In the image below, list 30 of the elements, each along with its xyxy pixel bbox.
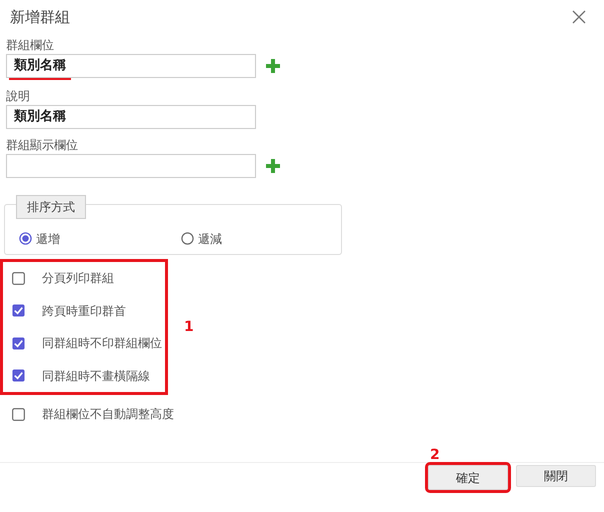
callout-number: 1 bbox=[184, 318, 194, 336]
radio-button[interactable] bbox=[181, 232, 194, 245]
checkbox-label: 群組欄位不自動調整高度 bbox=[42, 406, 174, 424]
radio-label: 遞增 bbox=[36, 230, 60, 248]
checkbox-label: 跨頁時重印群首 bbox=[42, 302, 126, 320]
action-button[interactable]: 關閉 bbox=[516, 465, 596, 487]
checkbox[interactable] bbox=[12, 304, 25, 318]
checkbox[interactable] bbox=[12, 336, 25, 350]
text-field[interactable]: 類別名稱 bbox=[6, 54, 256, 78]
callout-number: 2 bbox=[430, 446, 440, 465]
checkbox[interactable] bbox=[12, 272, 25, 285]
add-icon[interactable] bbox=[266, 59, 280, 73]
field-label: 說明 bbox=[6, 89, 31, 103]
close-icon[interactable] bbox=[572, 10, 586, 24]
text-field[interactable]: 類別名稱 bbox=[6, 105, 256, 129]
group-legend: 排序方式 bbox=[16, 195, 86, 219]
underline-mark bbox=[9, 78, 71, 80]
radio-button[interactable] bbox=[19, 232, 32, 245]
checkbox-label: 同群組時不畫橫隔線 bbox=[42, 368, 150, 385]
add-icon[interactable] bbox=[266, 159, 280, 173]
checkbox[interactable] bbox=[12, 408, 25, 421]
text-field[interactable] bbox=[6, 154, 256, 178]
action-button[interactable]: 確定 bbox=[428, 465, 508, 490]
checkbox-label: 同群組時不印群組欄位 bbox=[42, 335, 162, 352]
dialog-title: 新增群組 bbox=[10, 7, 70, 28]
radio-label: 遞減 bbox=[198, 230, 222, 248]
field-label: 群組顯示欄位 bbox=[6, 138, 79, 152]
checkbox-label: 分頁列印群組 bbox=[42, 270, 114, 288]
field-label: 群組欄位 bbox=[6, 38, 55, 52]
checkbox[interactable] bbox=[12, 369, 25, 382]
